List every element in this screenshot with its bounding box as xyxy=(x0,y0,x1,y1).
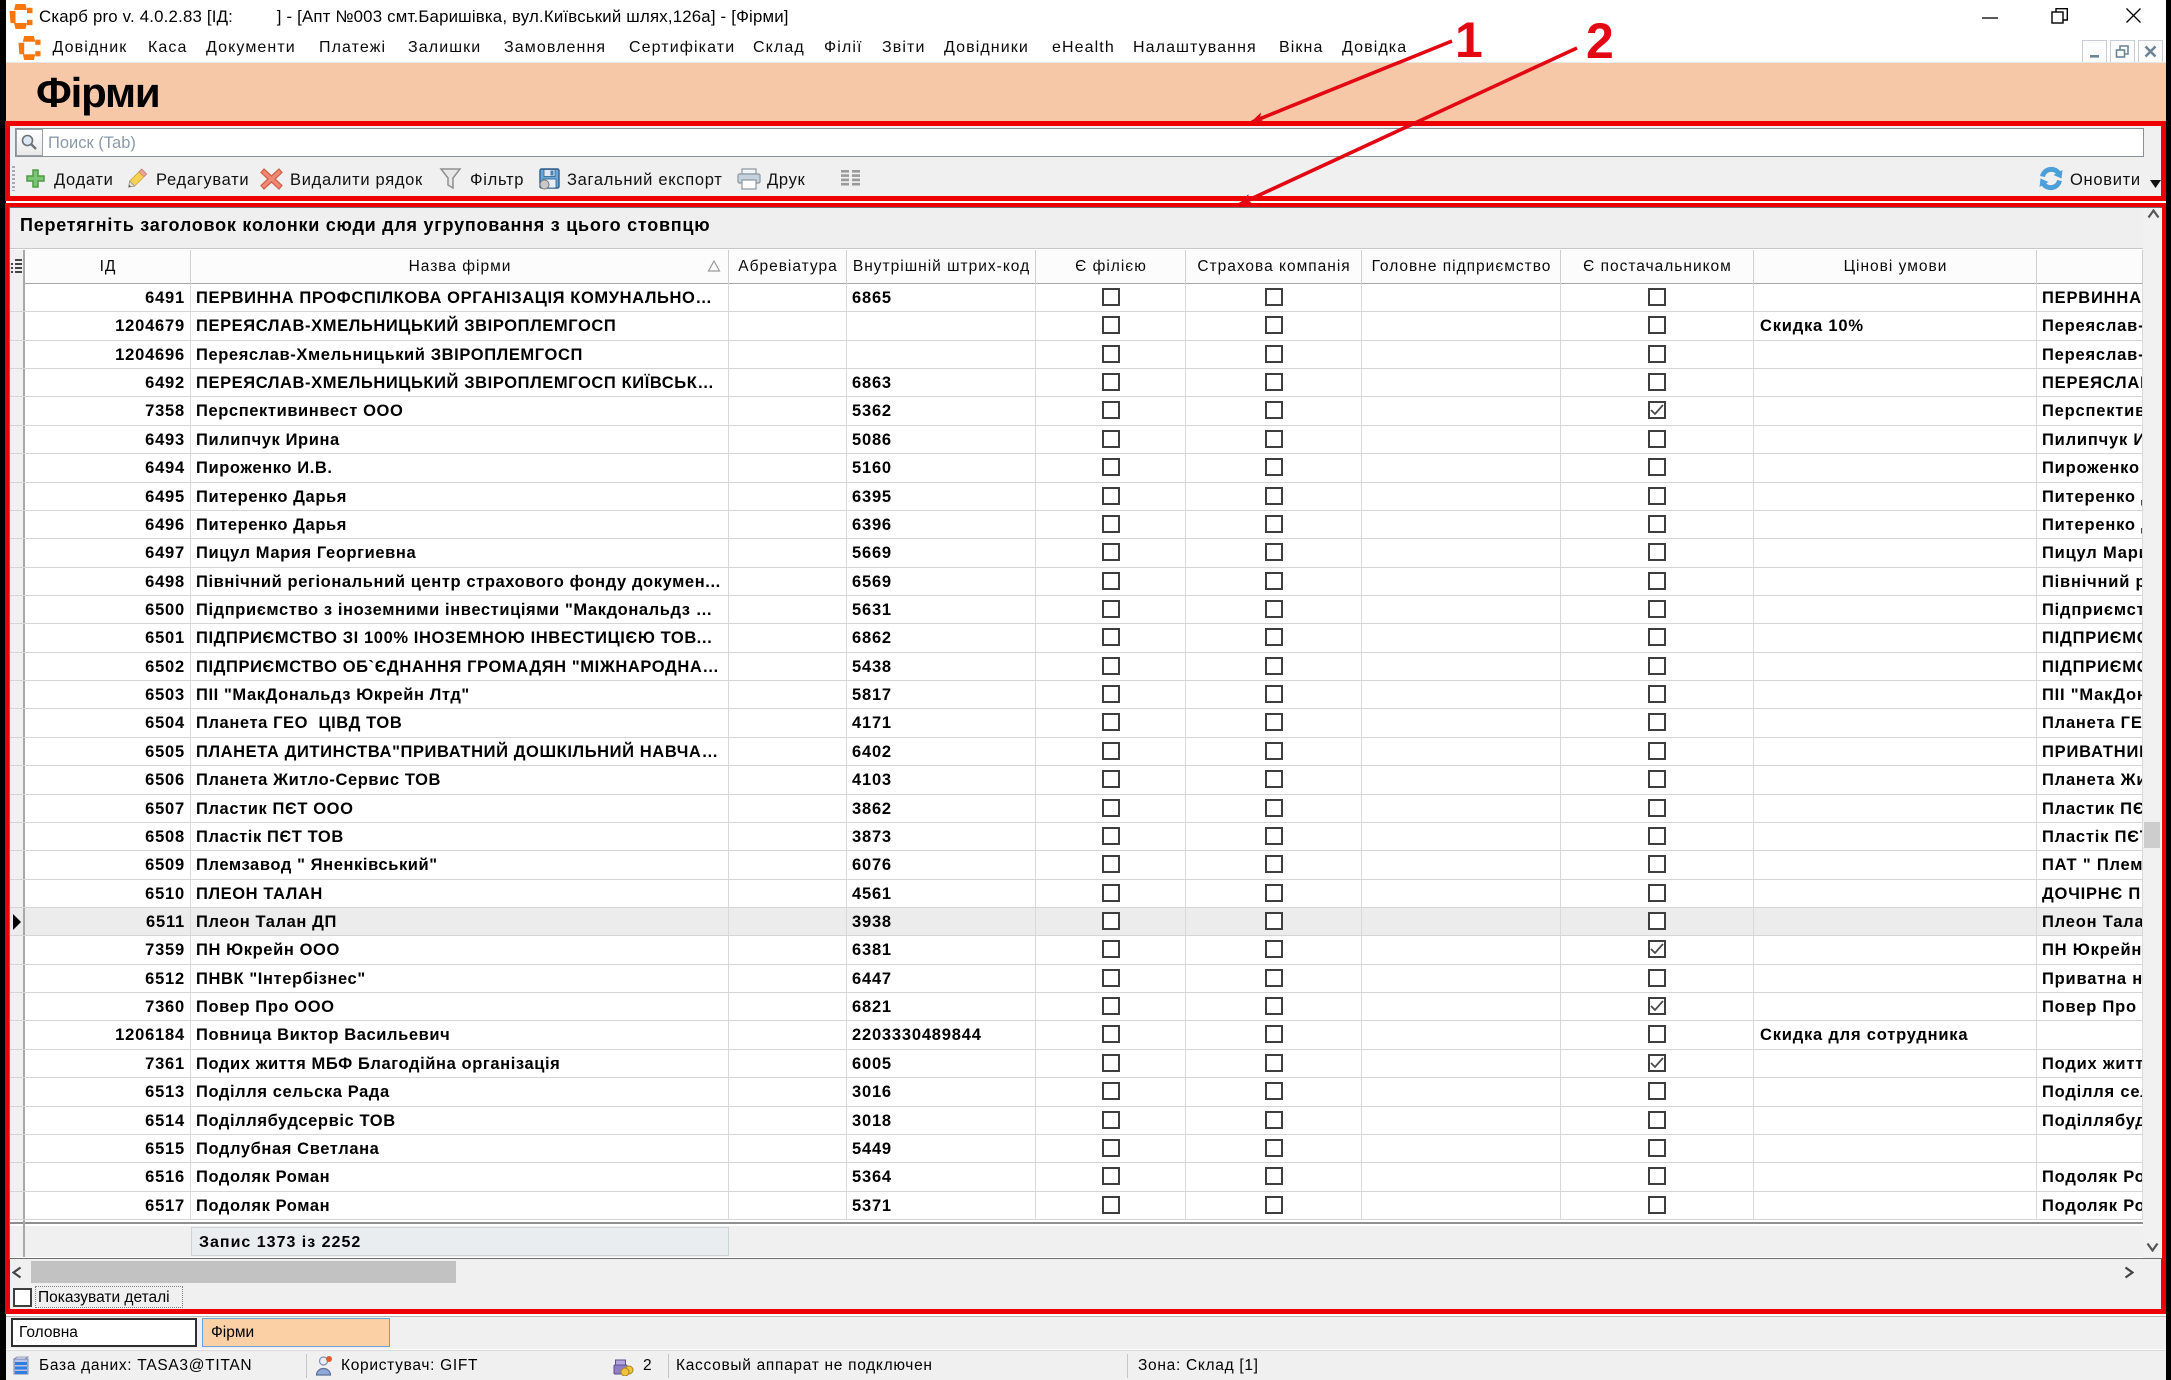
svg-text:1: 1 xyxy=(1455,12,1483,68)
svg-text:2: 2 xyxy=(1586,13,1614,69)
